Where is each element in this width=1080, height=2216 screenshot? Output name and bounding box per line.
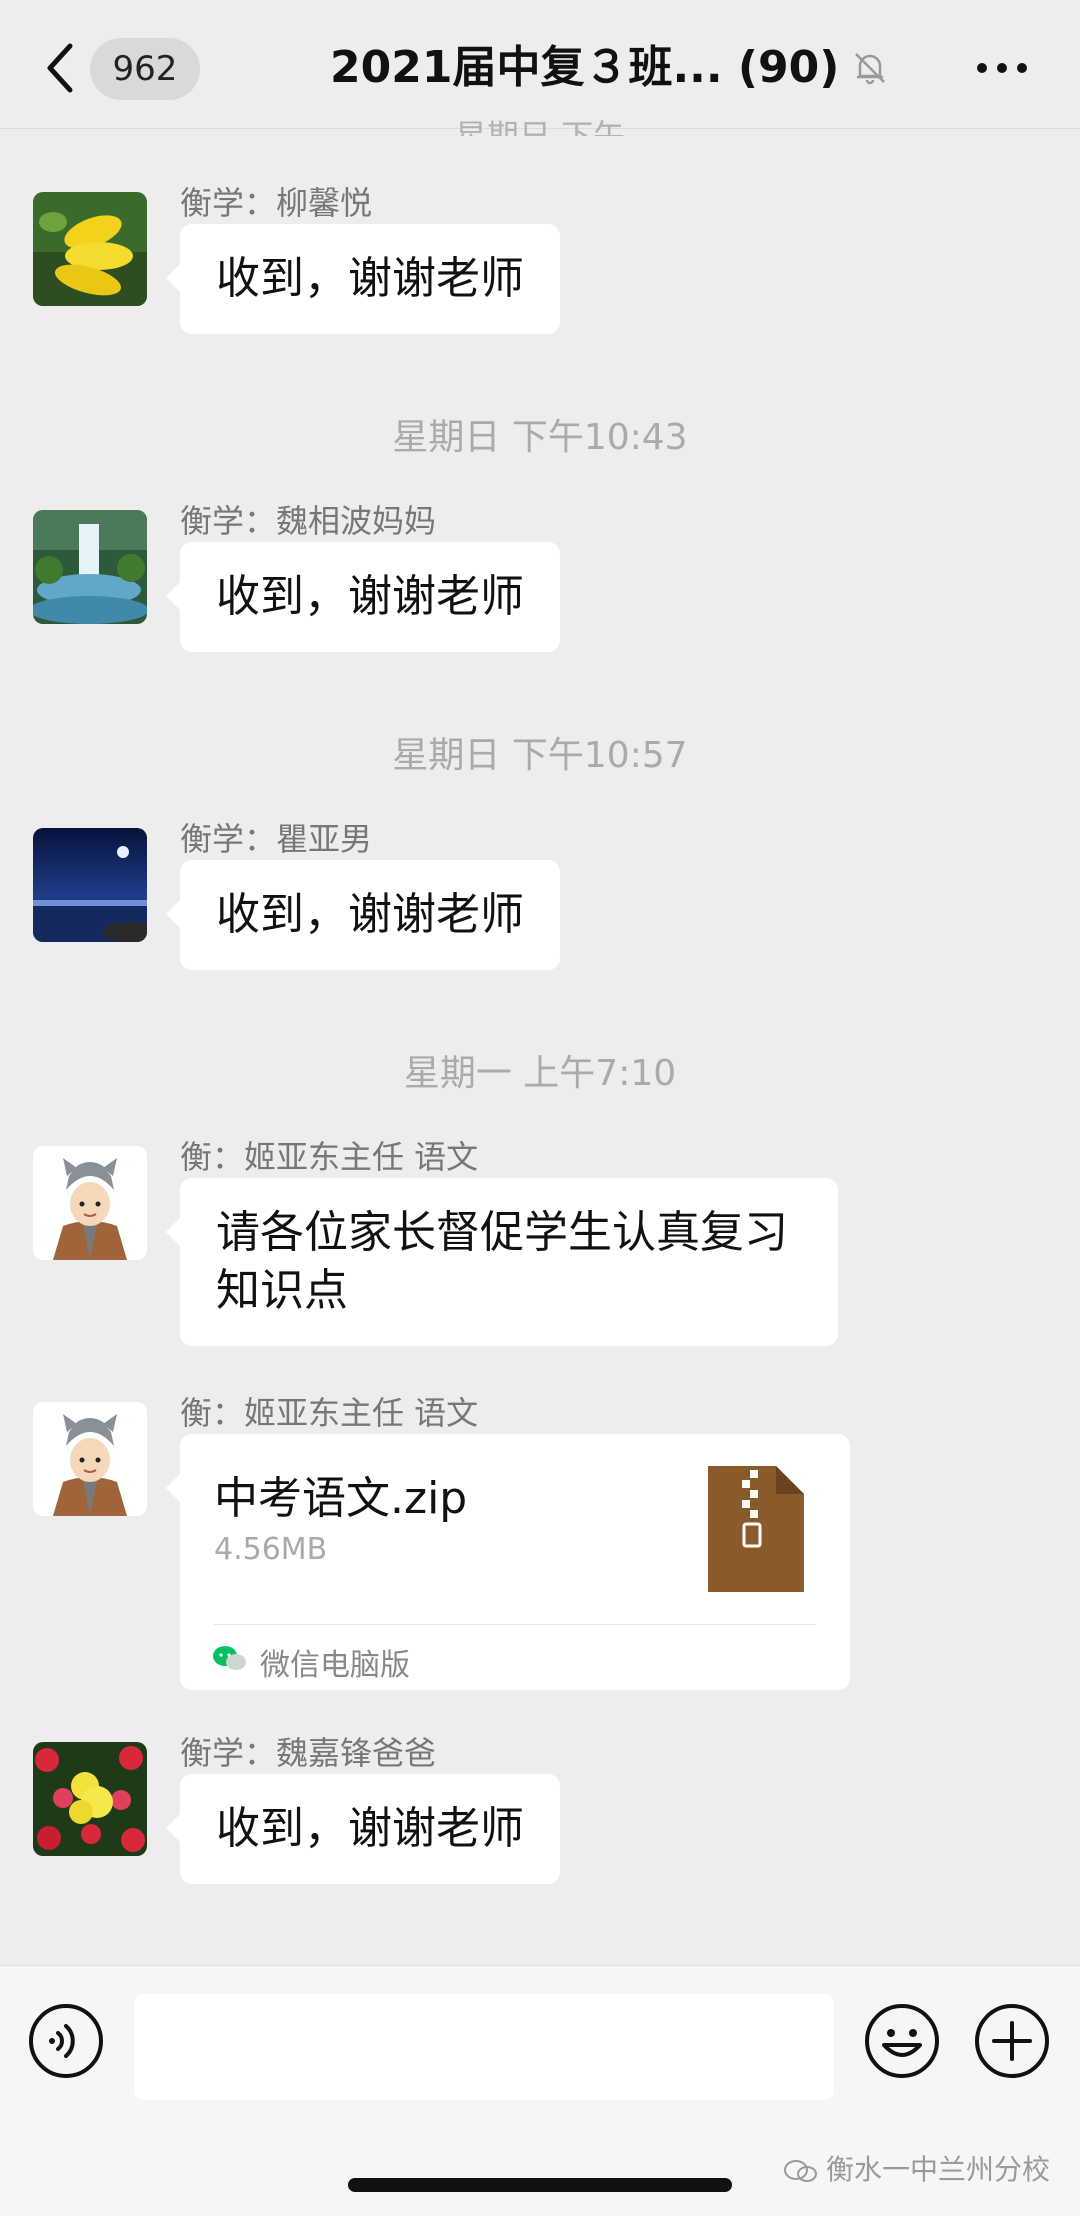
clipped-timestamp: 星期日 下午 — [0, 120, 1080, 136]
chat-message-list[interactable]: 星期日 下午 衡学：柳馨悦 收到，谢谢老师 星期日 下午10:43 — [0, 120, 1080, 1960]
cartoon-cat-hat-avatar[interactable] — [33, 1402, 147, 1516]
message-bubble[interactable]: 收到，谢谢老师 — [166, 1774, 560, 1884]
yellow-flower-avatar[interactable] — [33, 192, 147, 306]
waterfall-avatar[interactable] — [33, 510, 147, 624]
sender-name: 衡学：魏嘉锋爸爸 — [180, 1734, 437, 1772]
muted-bell-icon — [855, 53, 885, 85]
add-more-icon[interactable] — [974, 2003, 1050, 2079]
message-input[interactable] — [134, 1994, 834, 2100]
sender-name: 衡学：瞿亚男 — [180, 820, 373, 858]
watermark-text: 衡水一中兰州分校 — [826, 2153, 1051, 2186]
sender-name: 衡：姬亚东主任 语文 — [180, 1138, 479, 1176]
wechat-icon — [213, 1646, 246, 1670]
zip-file-icon — [708, 1466, 804, 1592]
message-bubble[interactable]: 收到，谢谢老师 — [166, 542, 560, 652]
message-bubble[interactable]: 收到，谢谢老师 — [166, 224, 560, 334]
file-divider — [214, 1624, 816, 1625]
more-options-icon[interactable] — [974, 60, 1030, 76]
file-name: 中考语文.zip — [214, 1473, 468, 1524]
sender-name: 衡学：柳馨悦 — [180, 184, 373, 222]
sender-name: 衡学：魏相波妈妈 — [180, 502, 437, 540]
wechat-watermark-icon — [784, 2160, 817, 2182]
file-message-bubble[interactable]: 中考语文.zip 4.56MB 微信电脑版 — [166, 1434, 850, 1690]
timestamp: 星期日 下午10:57 — [392, 735, 688, 776]
home-indicator[interactable] — [348, 2178, 732, 2192]
chat-title[interactable]: 2021届中复３班... (90) — [330, 36, 850, 100]
red-yellow-flowers-avatar[interactable] — [33, 1742, 147, 1856]
unread-count-badge[interactable]: 962 — [90, 38, 200, 100]
timestamp: 星期一 上午7:10 — [403, 1053, 677, 1094]
back-arrow-icon[interactable] — [44, 42, 76, 94]
emoji-icon[interactable] — [864, 2003, 940, 2079]
timestamp: 星期日 下午10:43 — [392, 417, 688, 458]
file-size: 4.56MB — [214, 1532, 328, 1567]
file-source-label: 微信电脑版 — [260, 1648, 410, 1683]
chat-header: 962 2021届中复３班... (90) — [0, 0, 1080, 129]
sender-name: 衡：姬亚东主任 语文 — [180, 1394, 479, 1432]
message-bubble[interactable]: 收到，谢谢老师 — [166, 860, 560, 970]
watermark: 衡水一中兰州分校 — [784, 2148, 1050, 2188]
cartoon-cat-hat-avatar[interactable] — [33, 1146, 147, 1260]
night-sea-avatar[interactable] — [33, 828, 147, 942]
voice-input-icon[interactable] — [28, 2003, 104, 2079]
message-bubble[interactable]: 请各位家长督促学生认真复习知识点 — [166, 1178, 838, 1346]
